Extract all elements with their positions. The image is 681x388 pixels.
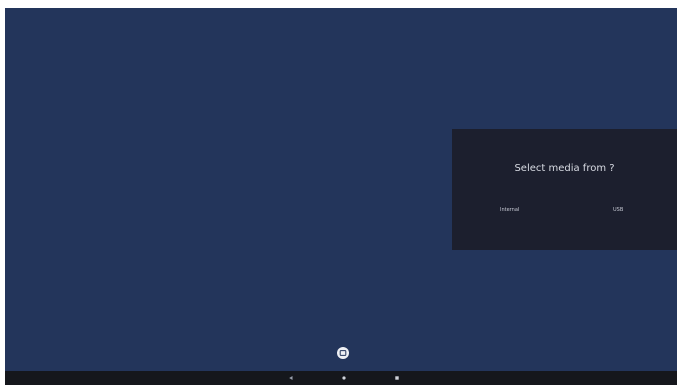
back-button[interactable] [284,371,298,385]
recents-square-icon [395,376,399,380]
back-triangle-icon [289,376,293,380]
usb-button[interactable]: USB [609,203,627,217]
internal-button[interactable]: Internal [496,203,523,217]
select-media-dialog: Select media from ? Internal USB [452,129,677,250]
floating-window-button[interactable] [337,347,349,359]
recents-button[interactable] [390,371,404,385]
navigation-bar [5,371,677,385]
window-icon [339,350,347,356]
screen: Select media from ? Internal USB [5,8,677,385]
dialog-title: Select media from ? [514,163,615,174]
home-circle-icon [342,376,346,380]
home-button[interactable] [337,371,351,385]
